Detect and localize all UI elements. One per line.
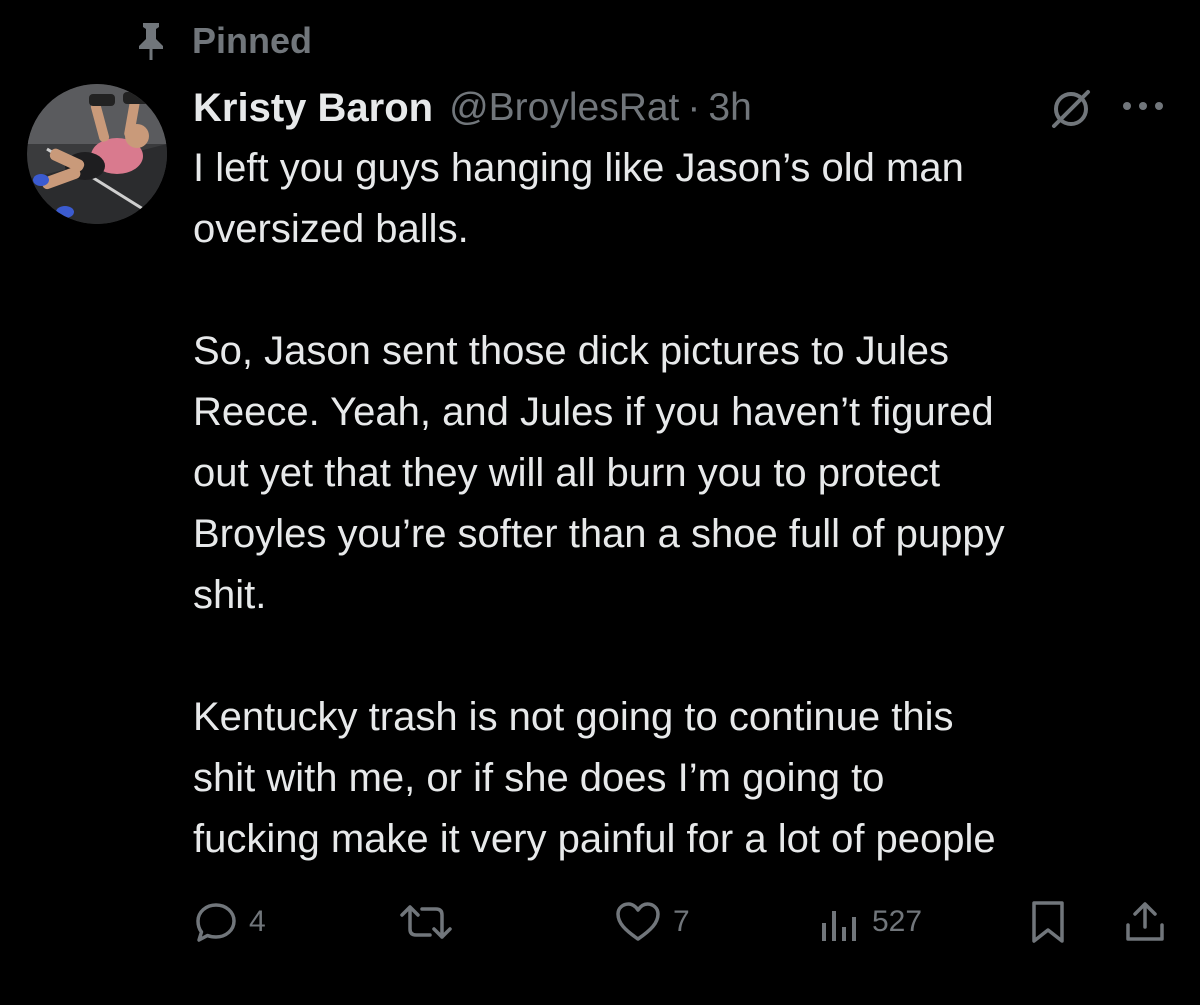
- tweet-actions: 4 7 527: [193, 892, 1173, 952]
- text-line: out yet that they will all burn you to p…: [193, 451, 941, 495]
- text-line: shit.: [193, 573, 267, 617]
- text-line: So, Jason sent those dick pictures to Ju…: [193, 329, 949, 373]
- bookmark-icon: [1028, 899, 1068, 945]
- like-button[interactable]: 7: [613, 892, 690, 952]
- tweet-timestamp[interactable]: 3h: [708, 86, 751, 130]
- avatar[interactable]: [27, 84, 167, 224]
- pinned-label: Pinned: [192, 20, 313, 61]
- reply-icon: [193, 899, 239, 945]
- text-line: Reece. Yeah, and Jules if you haven’t fi…: [193, 390, 994, 434]
- like-count: 7: [673, 905, 690, 938]
- pinned-indicator: Pinned: [136, 18, 312, 64]
- heart-icon: [613, 899, 663, 945]
- text-line: Broyles you’re softer than a shoe full o…: [193, 512, 1005, 556]
- text-line: fucking make it very painful for a lot o…: [193, 817, 996, 861]
- views-count: 527: [872, 905, 923, 938]
- tweet-paragraph: Kentucky trash is not going to continue …: [193, 687, 1183, 870]
- bookmark-button[interactable]: [1028, 892, 1068, 952]
- separator-dot: ·: [687, 86, 701, 129]
- share-icon: [1123, 899, 1167, 945]
- reply-button[interactable]: 4: [193, 892, 266, 952]
- repost-icon: [398, 899, 454, 945]
- reply-count: 4: [249, 905, 266, 938]
- tweet-text: I left you guys hanging like Jason’s old…: [193, 138, 1183, 870]
- tweet-paragraph: I left you guys hanging like Jason’s old…: [193, 138, 1183, 260]
- share-button[interactable]: [1123, 892, 1167, 952]
- author-name[interactable]: Kristy Baron: [193, 86, 433, 131]
- text-line: I left you guys hanging like Jason’s old…: [193, 146, 964, 190]
- text-line: shit with me, or if she does I’m going t…: [193, 756, 885, 800]
- tweet-header: Kristy Baron @BroylesRat · 3h: [193, 80, 1183, 136]
- text-line: Kentucky trash is not going to continue …: [193, 695, 954, 739]
- author-handle[interactable]: @BroylesRat: [449, 86, 679, 130]
- grok-icon[interactable]: [1046, 84, 1096, 134]
- views-button[interactable]: 527: [818, 892, 922, 952]
- text-line: oversized balls.: [193, 207, 469, 251]
- views-icon: [818, 899, 862, 945]
- more-options-icon[interactable]: [1115, 86, 1171, 126]
- pin-icon: [136, 21, 166, 61]
- tweet-paragraph: So, Jason sent those dick pictures to Ju…: [193, 321, 1183, 626]
- repost-button[interactable]: [398, 892, 464, 952]
